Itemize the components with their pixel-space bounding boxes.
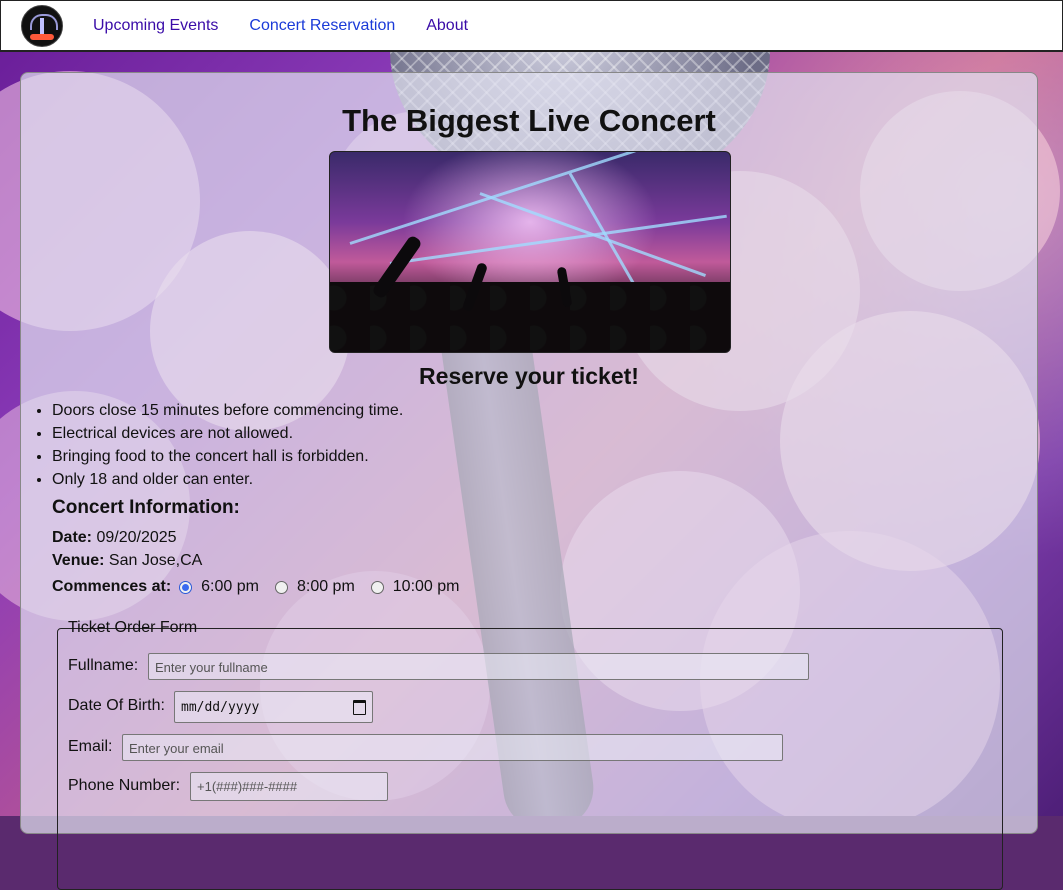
radio-label-6pm[interactable]: 6:00 pm — [201, 578, 259, 596]
reserve-heading: Reserve your ticket! — [419, 363, 639, 389]
phone-label: Phone Number: — [68, 777, 181, 794]
date-label: Date: — [52, 529, 93, 546]
radio-time-10pm[interactable] — [370, 580, 384, 594]
page-title: The Biggest Live Concert — [342, 103, 716, 138]
date-value: 09/20/2025 — [96, 529, 177, 546]
list-item: Electrical devices are not allowed. — [52, 422, 403, 445]
concert-info-heading: Concert Information: — [52, 497, 240, 518]
list-item: Bringing food to the concert hall is for… — [52, 445, 403, 468]
commences-label: Commences at: — [52, 578, 172, 595]
calendar-icon[interactable] — [353, 699, 366, 715]
venue-label: Venue: — [52, 552, 105, 569]
concert-logo-icon[interactable] — [21, 4, 63, 47]
time-radio-group: Commences at: 6:00 pm 8:00 pm 10:00 pm — [52, 578, 468, 596]
fullname-label: Fullname: — [68, 657, 139, 674]
radio-time-8pm[interactable] — [274, 580, 288, 594]
nav-link-upcoming-events[interactable]: Upcoming Events — [93, 17, 218, 35]
date-info: Date: 09/20/2025 — [52, 529, 177, 547]
reservation-panel: The Biggest Live Concert Reserve your ti… — [20, 72, 1038, 890]
phone-input[interactable]: +1(###)###-#### — [190, 772, 388, 801]
email-input[interactable]: Enter your email — [122, 734, 783, 761]
list-item: Doors close 15 minutes before commencing… — [52, 399, 403, 422]
email-label: Email: — [68, 738, 113, 755]
fullname-input[interactable]: Enter your fullname — [148, 653, 809, 680]
form-legend: Ticket Order Form — [68, 619, 198, 636]
top-navbar: Upcoming Events Concert Reservation Abou… — [0, 0, 1063, 52]
nav-link-concert-reservation[interactable]: Concert Reservation — [249, 17, 395, 35]
rules-list: Doors close 15 minutes before commencing… — [31, 399, 403, 491]
list-item: Only 18 and older can enter. — [52, 468, 403, 491]
venue-value: San Jose,CA — [108, 552, 203, 569]
concert-crowd-image — [329, 151, 731, 353]
radio-time-6pm[interactable] — [179, 580, 193, 594]
venue-info: Venue: San Jose,CA — [52, 552, 202, 570]
dob-label: Date Of Birth: — [68, 697, 165, 714]
dob-input[interactable]: mm/dd/yyyy — [174, 691, 373, 723]
radio-label-8pm[interactable]: 8:00 pm — [297, 578, 355, 596]
radio-label-10pm[interactable]: 10:00 pm — [393, 578, 460, 596]
ticket-order-form: Ticket Order Form Fullname: Enter your f… — [57, 619, 1003, 890]
nav-link-about[interactable]: About — [426, 17, 468, 35]
dob-placeholder: mm/dd/yyyy — [181, 699, 260, 715]
